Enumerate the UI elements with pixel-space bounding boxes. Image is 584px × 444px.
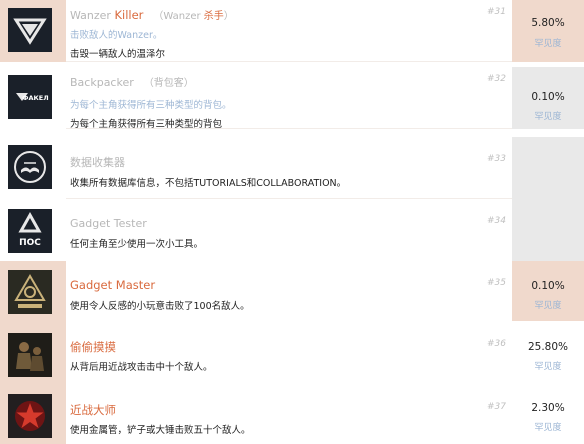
- achievement-title: Backpacker （背包客）: [70, 74, 194, 89]
- hex-emblem-icon: [8, 270, 52, 314]
- achievement-description: 任何主角至少使用一次小工具。: [70, 239, 204, 250]
- achievement-row: ПОС Gadget Tester 任何主角至少使用一次小工具。 #34: [0, 199, 584, 261]
- rarity-label: 罕见度: [534, 112, 562, 122]
- rate-cell: 0.10% 罕见度: [512, 67, 584, 129]
- thumb-cell: ПОС: [0, 199, 66, 261]
- title-text: Backpacker: [70, 76, 134, 89]
- achievement-number: #33: [487, 154, 506, 164]
- title-text: Gadget Master: [70, 278, 156, 292]
- achievement-subtitle: （Wanzer 杀手）: [153, 11, 233, 22]
- achievement-row: Gadget Master 使用令人反感的小玩意击败了100名敌人。 #35 0…: [0, 261, 584, 321]
- icon-text: ПОС: [19, 238, 41, 248]
- achievement-main: Wanzer Killer （Wanzer 杀手） 击败敌人的Wanzer。 击毁…: [70, 0, 512, 62]
- achievement-description: 使用金属管，铲子或大锤击败五十个敌人。: [70, 425, 251, 436]
- rate-cell: [512, 137, 584, 199]
- triangle-emblem-icon: [8, 8, 52, 52]
- achievement-subtitle: （背包客）: [143, 78, 194, 89]
- rarity-label: 罕见度: [534, 423, 562, 433]
- soldier-icon: [8, 333, 52, 377]
- achievement-description: 收集所有数据库信息，不包括TUTORIALS和COLLABORATION。: [70, 178, 347, 189]
- achievement-number: #34: [487, 216, 506, 226]
- unlock-percent: 5.80%: [531, 17, 565, 29]
- red-star-icon: [8, 394, 52, 438]
- row-divider: [66, 61, 512, 62]
- rate-cell: [512, 199, 584, 261]
- achievement-main: 数据收集器 收集所有数据库信息，不包括TUTORIALS和COLLABORATI…: [70, 137, 512, 199]
- rate-cell: 2.30% 罕见度: [512, 382, 584, 444]
- subtitle-suffix: ）: [223, 11, 234, 22]
- achievement-number: #37: [487, 402, 506, 412]
- achievement-title: 近战大师: [70, 402, 116, 418]
- achievement-row: 近战大师 使用金属管，铲子或大锤击败五十个敌人。 #37 2.30% 罕见度: [0, 382, 584, 444]
- subtitle-highlight: 杀手: [203, 11, 224, 22]
- thumb-cell: [0, 261, 66, 321]
- rate-cell: 5.80% 罕见度: [512, 0, 584, 62]
- thumb-cell: [0, 382, 66, 444]
- subtitle-prefix: （Wanzer: [153, 11, 204, 22]
- achievement-title: Gadget Tester: [70, 216, 147, 230]
- achievement-description: 从背后用近战攻击击中十个敌人。: [70, 362, 213, 373]
- achievement-title: Wanzer Killer （Wanzer 杀手）: [70, 7, 234, 22]
- achievement-main: Gadget Tester 任何主角至少使用一次小工具。 #34: [70, 199, 512, 261]
- thumb-cell: ФАКЕЛ: [0, 67, 66, 129]
- achievement-main: Gadget Master 使用令人反感的小玩意击败了100名敌人。 #35: [70, 261, 512, 321]
- title-text: 偷偷摸摸: [70, 340, 116, 354]
- achievement-title: 数据收集器: [70, 154, 125, 170]
- title-text: 数据收集器: [70, 156, 125, 169]
- achievement-title: Gadget Master: [70, 278, 155, 292]
- achievement-row: Wanzer Killer （Wanzer 杀手） 击败敌人的Wanzer。 击毁…: [0, 0, 584, 62]
- achievement-row: ФАКЕЛ Backpacker （背包客） 为每个主角获得所有三种类型的背包。 …: [0, 67, 584, 129]
- noc-logo-icon: ПОС: [8, 209, 52, 253]
- title-prefix: Wanzer: [70, 9, 115, 22]
- achievement-title: 偷偷摸摸: [70, 339, 116, 355]
- icon-text: ФАКЕЛ: [22, 94, 49, 102]
- thumb-cell: [0, 0, 66, 62]
- title-highlight: Killer: [114, 8, 144, 22]
- achievement-number: #31: [487, 7, 506, 17]
- achievement-hint: 为每个主角获得所有三种类型的背包。: [70, 100, 232, 111]
- rate-cell: 0.10% 罕见度: [512, 261, 584, 321]
- unlock-percent: 0.10%: [531, 91, 565, 103]
- achievement-row: 偷偷摸摸 从背后用近战攻击击中十个敌人。 #36 25.80% 罕见度: [0, 321, 584, 382]
- title-text: Gadget Tester: [70, 217, 147, 230]
- achievement-number: #32: [487, 74, 506, 84]
- achievement-number: #36: [487, 339, 506, 349]
- rarity-label: 罕见度: [534, 39, 562, 49]
- achievement-main: 偷偷摸摸 从背后用近战攻击击中十个敌人。 #36: [70, 321, 512, 382]
- row-divider: [66, 128, 512, 129]
- achievement-main: 近战大师 使用金属管，铲子或大锤击败五十个敌人。 #37: [70, 382, 512, 444]
- rate-cell: 25.80% 罕见度: [512, 321, 584, 382]
- rarity-label: 罕见度: [534, 301, 562, 311]
- fakel-logo-icon: ФАКЕЛ: [8, 75, 52, 119]
- achievement-hint: 击败敌人的Wanzer。: [70, 30, 163, 41]
- achievement-description: 击毁一辆敌人的温泽尔: [70, 49, 166, 60]
- unlock-percent: 2.30%: [531, 402, 565, 414]
- thumb-cell: [0, 137, 66, 199]
- book-emblem-icon: [8, 145, 52, 189]
- achievement-row: 数据收集器 收集所有数据库信息，不包括TUTORIALS和COLLABORATI…: [0, 137, 584, 199]
- achievement-main: Backpacker （背包客） 为每个主角获得所有三种类型的背包。 为每个主角获…: [70, 67, 512, 129]
- rarity-label: 罕见度: [534, 362, 562, 372]
- unlock-percent: 0.10%: [531, 280, 565, 292]
- title-text: 近战大师: [70, 403, 116, 417]
- unlock-percent: 25.80%: [527, 341, 569, 353]
- achievement-number: #35: [487, 278, 506, 288]
- thumb-cell: [0, 321, 66, 382]
- achievement-description: 使用令人反感的小玩意击败了100名敌人。: [70, 301, 250, 312]
